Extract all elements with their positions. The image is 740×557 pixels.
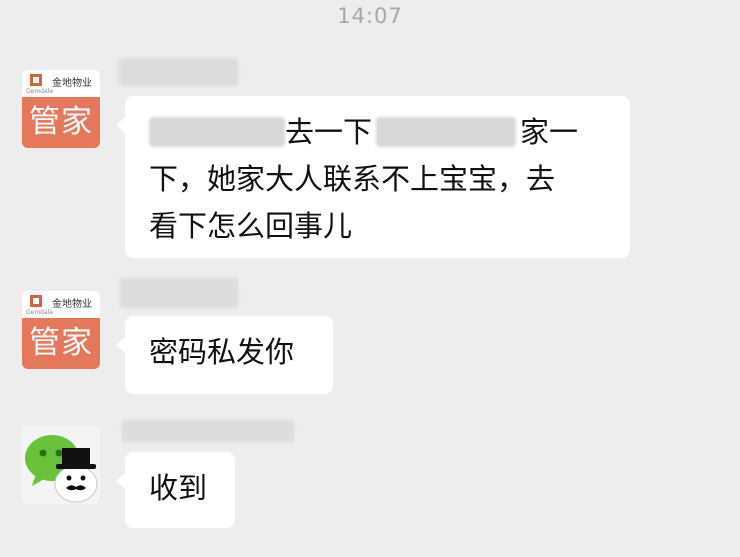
sender-name-redacted [120,278,238,308]
redacted-text [149,117,285,147]
message-text: 去一下 [285,115,373,149]
avatar-brand: 金地物业 [52,78,92,89]
message-text: 下，她家大人联系不上宝宝，去 [149,162,556,196]
message-text: 收到 [149,471,208,505]
timestamp: 14:07 [337,4,403,28]
wechat-moustache-icon[interactable] [22,426,100,504]
avatar-brand: 金地物业 [52,299,92,310]
gemdale-logo-icon [30,295,42,307]
avatar-brand-en: Gemdale [26,88,54,95]
avatar-wechat-icon [22,426,100,504]
redacted-text [376,117,517,147]
avatar-property-manager[interactable]: 金地物业 Gemdale 管家 [22,291,100,369]
sender-name-redacted [118,58,238,86]
avatar-label: 管家 [22,318,100,369]
message-text: 家一 [520,115,579,149]
message-bubble-2[interactable]: 密码私发你 [116,316,333,394]
message-bubble-3[interactable]: 收到 [116,452,235,528]
avatar-label: 管家 [22,97,100,148]
avatar-brand-en: Gemdale [26,309,54,316]
gemdale-logo-icon [30,74,42,86]
message-text: 密码私发你 [149,335,295,369]
message-bubble-1[interactable]: 去一下 家一 下，她家大人联系不上宝宝，去 看下怎么回事儿 [116,96,630,258]
sender-name-redacted [122,420,294,442]
avatar-property-manager[interactable]: 金地物业 Gemdale 管家 [22,70,100,148]
message-text: 看下怎么回事儿 [149,209,353,243]
